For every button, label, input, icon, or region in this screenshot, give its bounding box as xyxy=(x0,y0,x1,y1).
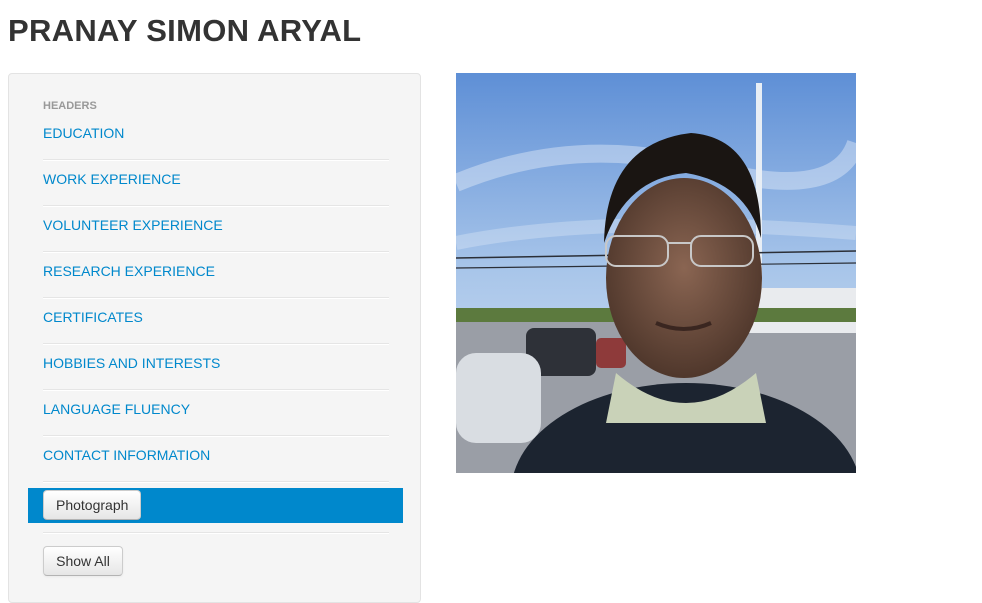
sidebar-item-research-experience: RESEARCH EXPERIENCE xyxy=(43,253,389,299)
nav-list: EDUCATION WORK EXPERIENCE VOLUNTEER EXPE… xyxy=(43,115,389,483)
photograph-button[interactable]: Photograph xyxy=(43,490,141,520)
nav-link-education[interactable]: EDUCATION xyxy=(43,125,124,141)
nav-link-hobbies[interactable]: HOBBIES AND INTERESTS xyxy=(43,355,220,371)
sidebar-item-language-fluency: LANGUAGE FLUENCY xyxy=(43,391,389,437)
divider xyxy=(43,532,389,534)
nav-link-language-fluency[interactable]: LANGUAGE FLUENCY xyxy=(43,401,190,417)
page-title: PRANAY SIMON ARYAL xyxy=(8,13,362,48)
nav-link-research-experience[interactable]: RESEARCH EXPERIENCE xyxy=(43,263,215,279)
profile-photo-image xyxy=(456,73,856,473)
sidebar-item-contact-information: CONTACT INFORMATION xyxy=(43,437,389,483)
divider xyxy=(43,481,389,483)
sidebar-item-volunteer-experience: VOLUNTEER EXPERIENCE xyxy=(43,207,389,253)
profile-photo xyxy=(456,73,856,473)
sidebar-item-work-experience: WORK EXPERIENCE xyxy=(43,161,389,207)
nav-link-certificates[interactable]: CERTIFICATES xyxy=(43,309,143,325)
sidebar-nav: HEADERS EDUCATION WORK EXPERIENCE VOLUNT… xyxy=(8,73,421,603)
sidebar-item-education: EDUCATION xyxy=(43,115,389,161)
nav-link-contact-information[interactable]: CONTACT INFORMATION xyxy=(43,447,210,463)
show-all-button[interactable]: Show All xyxy=(43,546,123,576)
nav-header: HEADERS xyxy=(43,100,97,112)
nav-link-volunteer-experience[interactable]: VOLUNTEER EXPERIENCE xyxy=(43,217,223,233)
nav-link-work-experience[interactable]: WORK EXPERIENCE xyxy=(43,171,181,187)
sidebar-item-certificates: CERTIFICATES xyxy=(43,299,389,345)
sidebar-item-hobbies: HOBBIES AND INTERESTS xyxy=(43,345,389,391)
